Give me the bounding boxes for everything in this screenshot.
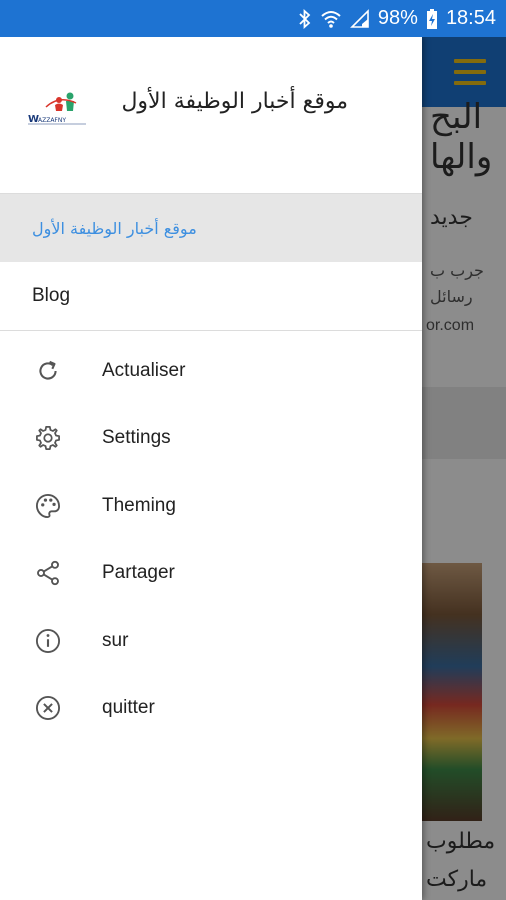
gear-icon	[33, 423, 63, 453]
share-icon	[33, 558, 63, 588]
menu-item-share[interactable]: Partager	[0, 540, 422, 608]
battery-percent: 98%	[377, 7, 418, 29]
drawer-menu: Actualiser Settings Theming Partager sur…	[0, 331, 422, 742]
menu-item-share-label: Partager	[102, 562, 175, 584]
menu-item-settings[interactable]: Settings	[0, 405, 422, 473]
menu-item-settings-label: Settings	[102, 427, 171, 449]
palette-icon	[33, 491, 63, 521]
close-circle-icon	[33, 693, 63, 723]
nav-item-blog-label: Blog	[32, 285, 71, 306]
svg-text:AZZAFNY: AZZAFNY	[38, 117, 66, 124]
menu-item-refresh[interactable]: Actualiser	[0, 337, 422, 405]
bluetooth-icon	[298, 8, 312, 29]
menu-item-theming-label: Theming	[102, 494, 176, 516]
drawer-header: W AZZAFNY موقع أخبار الوظيفة الأول	[0, 37, 422, 193]
clock: 18:54	[445, 7, 496, 29]
status-bar: 98% 18:54	[0, 0, 506, 37]
refresh-icon	[33, 356, 63, 386]
menu-item-quit-label: quitter	[102, 697, 155, 719]
menu-item-theming[interactable]: Theming	[0, 472, 422, 540]
nav-item-home[interactable]: موقع أخبار الوظيفة الأول	[0, 194, 422, 262]
menu-item-about[interactable]: sur	[0, 607, 422, 675]
signal-icon	[349, 8, 370, 29]
drawer-header-title: موقع أخبار الوظيفة الأول	[121, 89, 348, 114]
nav-item-home-label: موقع أخبار الوظيفة الأول	[32, 218, 197, 238]
menu-item-quit[interactable]: quitter	[0, 675, 422, 743]
menu-item-about-label: sur	[102, 629, 129, 651]
navigation-drawer: W AZZAFNY موقع أخبار الوظيفة الأول موقع …	[0, 37, 422, 900]
nav-item-blog[interactable]: Blog	[0, 262, 422, 330]
wifi-icon	[320, 9, 342, 29]
menu-item-refresh-label: Actualiser	[102, 359, 186, 381]
battery-icon	[426, 8, 438, 30]
wazzafny-logo: W AZZAFNY	[26, 89, 88, 127]
info-icon	[33, 626, 63, 656]
